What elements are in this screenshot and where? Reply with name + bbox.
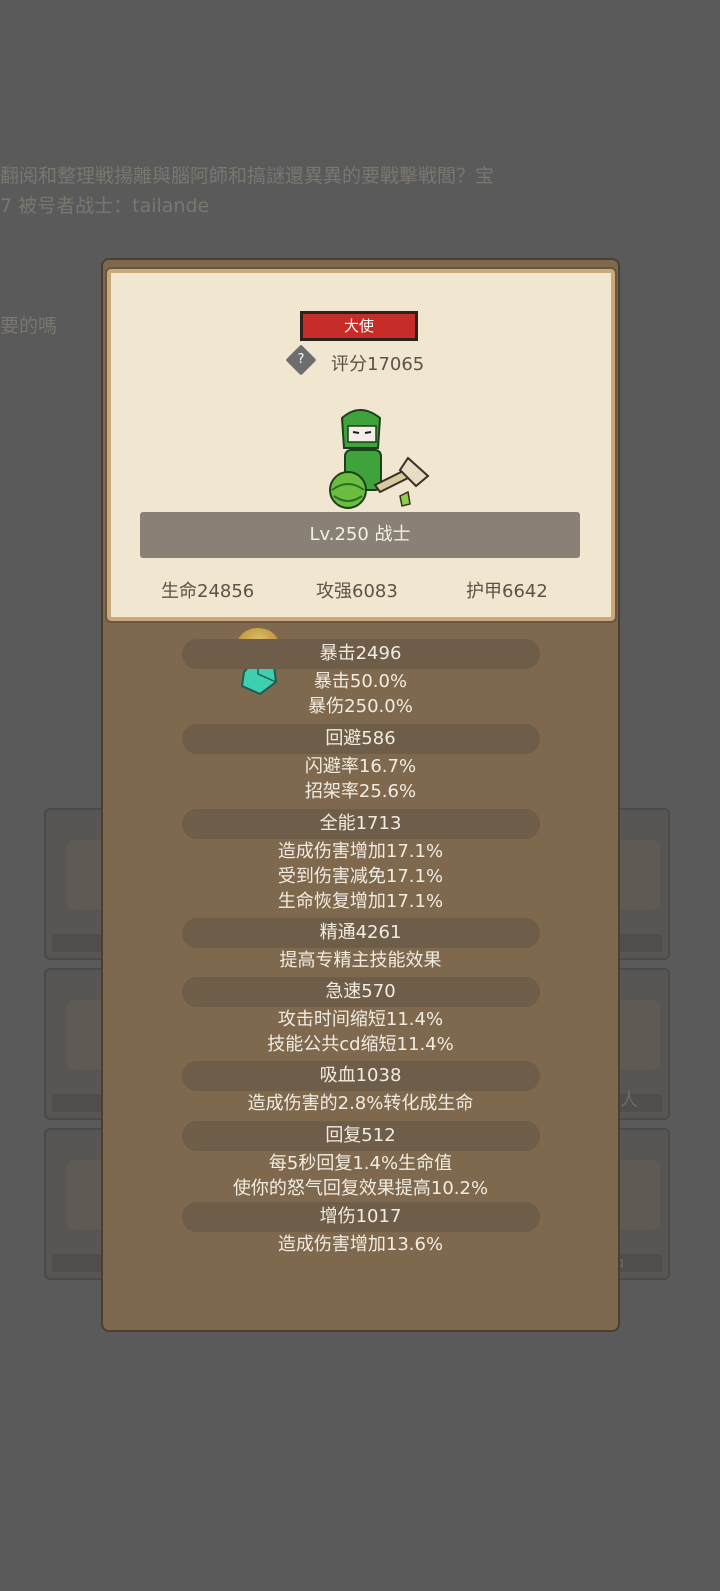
stat-header-haste: 急速570 — [181, 977, 540, 1007]
attack-stat: 攻强6083 — [316, 581, 398, 602]
stat-group-damage-bonus: 增伤1017 造成伤害增加13.6% — [101, 1202, 620, 1257]
stat-group-lifesteal: 吸血1038 造成伤害的2.8%转化成生命 — [101, 1061, 620, 1116]
stat-line: 暴击50.0% — [313, 671, 408, 692]
stat-group-crit: 暴击2496 暴击50.0% 暴伤250.0% — [101, 639, 620, 719]
stat-group-versatility: 全能1713 造成伤害增加17.1% 受到伤害减免17.1% 生命恢复增加17.… — [101, 809, 620, 914]
stat-header-lifesteal: 吸血1038 — [181, 1061, 540, 1091]
stat-header-damage-bonus: 增伤1017 — [181, 1202, 540, 1232]
stat-group-haste: 急速570 攻击时间缩短11.4% 技能公共cd缩短11.4% — [101, 977, 620, 1057]
warrior-avatar — [329, 409, 430, 509]
hp-stat: 生命24856 — [161, 581, 255, 602]
stat-header-crit: 暴击2496 — [181, 639, 540, 669]
stat-line: 每5秒回复1.4%生命值 — [268, 1153, 453, 1174]
stat-header-regen: 回复512 — [181, 1121, 540, 1151]
stat-line: 招架率25.6% — [304, 781, 417, 802]
stat-line: 造成伤害增加13.6% — [277, 1234, 444, 1255]
help-icon-glyph: ? — [297, 352, 305, 367]
stat-line: 受到伤害减免17.1% — [277, 866, 444, 887]
title-badge: 大使 — [300, 311, 418, 341]
background-text-line-3: 要的嗎 — [0, 315, 58, 337]
stat-line: 闪避率16.7% — [304, 756, 417, 777]
stat-line: 造成伤害的2.8%转化成生命 — [247, 1093, 474, 1114]
help-icon[interactable]: ? — [285, 344, 317, 376]
background-card-label: 人 — [620, 1090, 638, 1111]
score-text: 评分17065 — [331, 354, 425, 375]
stat-group-regen: 回复512 每5秒回复1.4%生命值 使你的怒气回复效果提高10.2% — [101, 1121, 620, 1201]
stat-line: 造成伤害增加17.1% — [277, 841, 444, 862]
stat-line: 攻击时间缩短11.4% — [277, 1009, 444, 1030]
stat-header-versatility: 全能1713 — [181, 809, 540, 839]
stat-header-evasion: 回避586 — [181, 724, 540, 754]
stat-line: 使你的怒气回复效果提高10.2% — [232, 1178, 489, 1199]
stat-line: 提高专精主技能效果 — [279, 950, 442, 971]
stat-line: 生命恢复增加17.1% — [277, 891, 444, 912]
background-text-line-2: 7 被号者战士：tailande — [0, 195, 210, 217]
armor-stat: 护甲6642 — [466, 581, 548, 602]
stat-line: 暴伤250.0% — [308, 696, 413, 717]
stat-header-mastery: 精通4261 — [181, 918, 540, 948]
stat-line: 技能公共cd缩短11.4% — [267, 1034, 454, 1055]
level-class-bar: Lv.250 战士 — [140, 512, 580, 558]
background-text-line-1: 翻阅和整理戦揚離與腦阿師和搞謎還異異的要戰擊戦閭？宝 — [0, 165, 495, 187]
stat-group-mastery: 精通4261 提高专精主技能效果 — [101, 918, 620, 973]
stat-group-evasion: 回避586 闪避率16.7% 招架率25.6% — [101, 724, 620, 804]
